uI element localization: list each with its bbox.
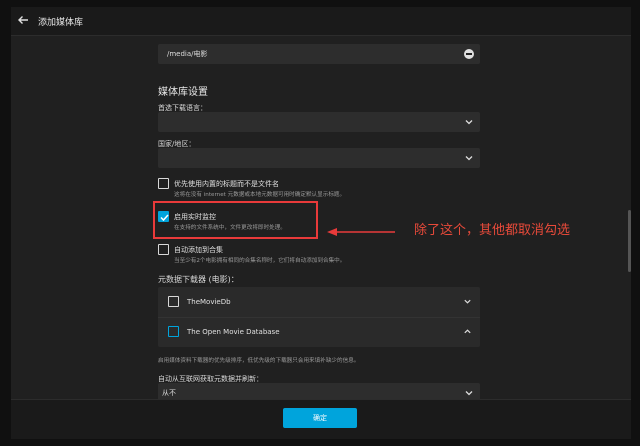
remove-folder-icon[interactable] [464,49,474,59]
annotation-highlight-box [153,201,318,239]
fetcher-name: TheMovieDb [187,298,231,306]
auto-collection-checkbox[interactable] [158,244,169,255]
library-settings-title: 媒体库设置 [158,87,208,98]
scrollbar-thumb[interactable] [628,210,631,272]
folder-path-item: /media/电影 [158,44,480,64]
metadata-fetchers-desc: 启用媒体资料下载器的优先级排序，低优先级的下载器只会用来填补缺少的信息。 [158,358,360,364]
metadata-fetchers-list: TheMovieDb The Open Movie Database [158,287,480,347]
auto-collection-desc: 当至少有2个电影拥有相同的合集名称时，它们将自动添加到合集中。 [174,258,346,264]
auto-refresh-value: 从不 [162,389,176,397]
dialog-footer: 确定 [11,399,631,439]
annotation-text: 除了这个，其他都取消勾选 [414,223,571,238]
fetcher-name: The Open Movie Database [187,328,280,336]
annotation-arrow-icon [327,228,395,236]
metadata-fetchers-title: 元数据下载器 (电影)： [158,275,239,284]
preferred-language-select[interactable] [158,112,480,132]
back-arrow-icon[interactable] [17,14,29,26]
auto-refresh-select[interactable]: 从不 [158,383,480,399]
fetcher-checkbox[interactable] [168,326,179,337]
chevron-down-icon [465,120,473,125]
prefer-embedded-titles-checkbox[interactable] [158,178,169,189]
fetcher-checkbox[interactable] [168,296,179,307]
dialog-title: 添加媒体库 [38,18,84,28]
dialog-content[interactable]: /media/电影 媒体库设置 首选下载语言： 国家/地区： 优先使用内置的标题… [11,36,631,399]
chevron-up-icon[interactable] [463,327,472,336]
auto-collection-label: 自动添加到合集 [174,246,223,254]
chevron-down-icon [465,156,473,161]
country-select[interactable] [158,148,480,168]
add-media-library-dialog: 添加媒体库 /media/电影 媒体库设置 首选下载语言： 国家/地区： 优先使… [11,7,631,439]
chevron-down-icon[interactable] [463,297,472,306]
folder-path-text: /media/电影 [167,50,208,58]
confirm-button[interactable]: 确定 [283,408,357,428]
chevron-down-icon [465,391,473,396]
fetcher-item-omdb[interactable]: The Open Movie Database [158,317,480,347]
fetcher-item-themoviedb[interactable]: TheMovieDb [158,287,480,317]
prefer-embedded-titles-label: 优先使用内置的标题而不是文件名 [174,180,279,188]
prefer-embedded-titles-desc: 这将在没有 internet 元数据或本地元数据可用时确定默认显示标题。 [174,192,346,198]
dialog-header: 添加媒体库 [11,7,631,36]
